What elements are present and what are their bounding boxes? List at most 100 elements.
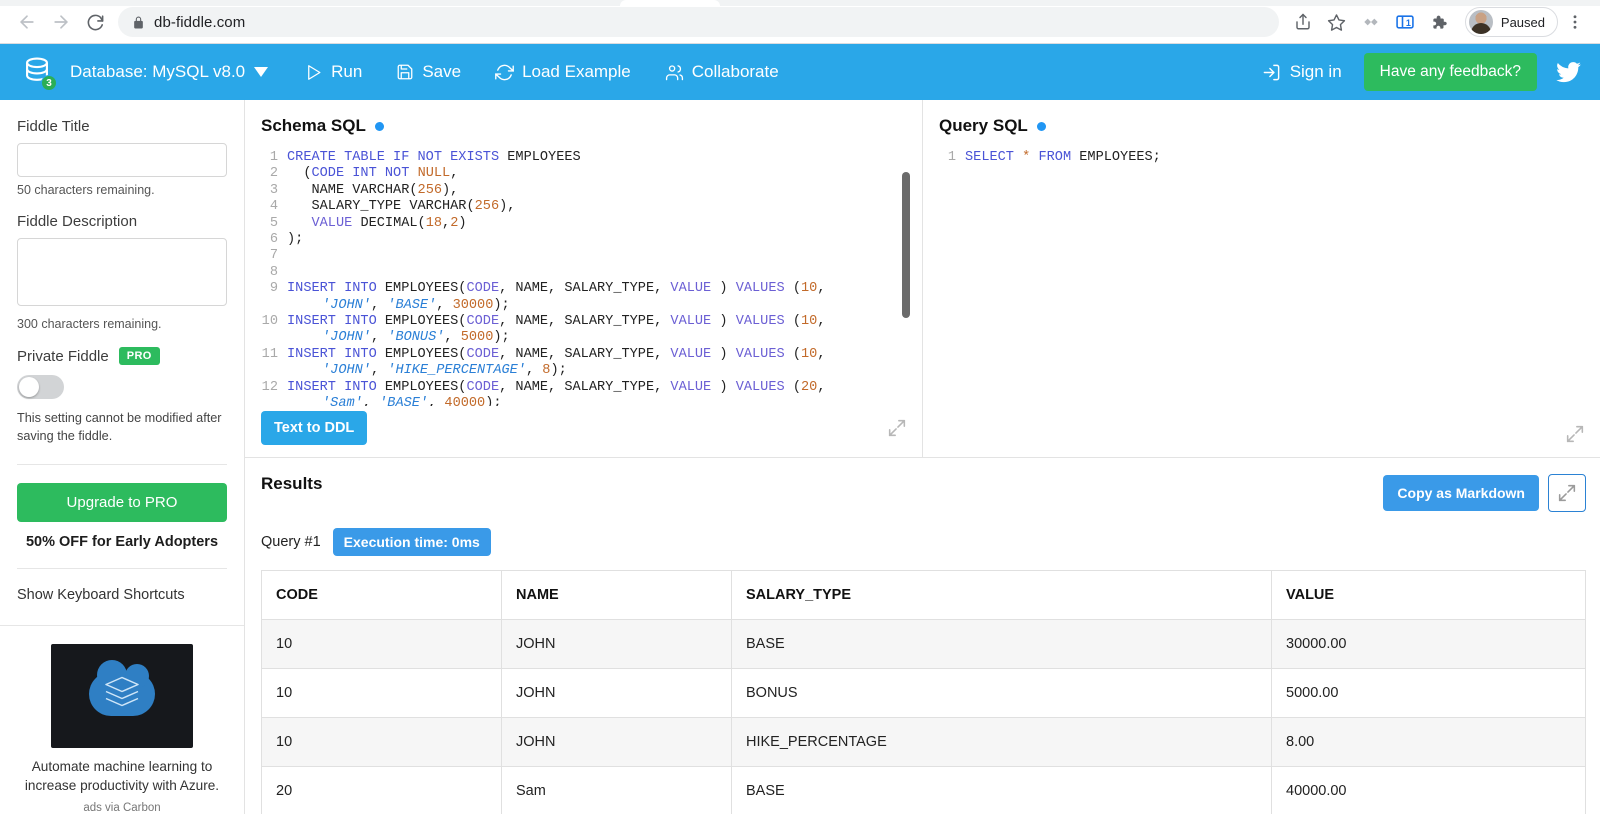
- three-dots-icon: [1573, 15, 1577, 29]
- main-content: Schema SQL 1 CREATE TABLE IF NOT EXISTS E…: [245, 100, 1600, 814]
- cell-value: 8.00: [1271, 717, 1586, 767]
- address-bar[interactable]: db-fiddle.com: [118, 7, 1279, 37]
- app-body: Fiddle Title 50 characters remaining. Fi…: [0, 100, 1600, 814]
- expand-arrows-icon[interactable]: [1564, 423, 1586, 445]
- forward-button[interactable]: [44, 5, 78, 39]
- sign-in-button[interactable]: Sign in: [1262, 62, 1342, 82]
- results-title: Results: [261, 474, 323, 493]
- avatar: [1467, 9, 1494, 35]
- database-selector[interactable]: Database: MySQL v8.0: [70, 62, 269, 82]
- fiddle-description-input[interactable]: [17, 238, 227, 306]
- chrome-toolbar-icons: 1 Paused: [1287, 6, 1590, 38]
- query-number-label: Query #1: [261, 534, 321, 550]
- query-sql-editor[interactable]: 1 SELECT * FROM EMPLOYEES;: [939, 150, 1600, 406]
- results-panel: Results Copy as Markdown Query #1 Execut…: [245, 458, 1600, 814]
- star-icon[interactable]: [1321, 6, 1353, 38]
- expand-arrows-icon[interactable]: [886, 417, 908, 439]
- discount-text: 50% OFF for Early Adopters: [25, 533, 219, 550]
- column-header-name: NAME: [501, 570, 732, 620]
- browser-menu-button[interactable]: [1560, 6, 1590, 38]
- load-example-button[interactable]: Load Example: [495, 62, 631, 82]
- ad-attribution: ads via Carbon: [83, 802, 161, 814]
- database-icon[interactable]: 3: [20, 55, 57, 91]
- cell-name: JOHN: [501, 717, 732, 767]
- cell-salary-type: BONUS: [731, 668, 1272, 718]
- text-to-ddl-button[interactable]: Text to DDL: [261, 411, 368, 445]
- refresh-icon: [495, 64, 514, 80]
- private-fiddle-row: Private Fiddle PRO: [17, 347, 227, 365]
- schema-sql-label: Schema SQL: [261, 116, 366, 135]
- feedback-button[interactable]: Have any feedback?: [1363, 53, 1537, 91]
- schema-sql-pane: Schema SQL 1 CREATE TABLE IF NOT EXISTS E…: [245, 100, 923, 457]
- fiddle-title-input[interactable]: [17, 143, 227, 177]
- save-label: Save: [422, 62, 462, 81]
- fiddle-description-label: Fiddle Description: [17, 213, 138, 230]
- schema-editor-scrollbar[interactable]: [902, 172, 910, 318]
- copy-as-markdown-button[interactable]: Copy as Markdown: [1383, 475, 1539, 511]
- twitter-icon[interactable]: [1555, 59, 1582, 86]
- private-fiddle-toggle[interactable]: [17, 375, 64, 399]
- column-header-salary-type: SALARY_TYPE: [731, 570, 1272, 620]
- results-expand-button[interactable]: [1548, 474, 1586, 512]
- reload-icon: [87, 14, 103, 30]
- results-table-head: CODE NAME SALARY_TYPE VALUE: [261, 570, 1586, 620]
- sidebar-divider-1: [17, 463, 227, 465]
- cell-code: 10: [261, 668, 502, 718]
- column-header-code: CODE: [261, 570, 502, 620]
- results-actions: Copy as Markdown: [1383, 474, 1586, 512]
- database-count-badge: 3: [41, 75, 57, 91]
- sidebar-divider-2: [17, 567, 227, 569]
- table-row: 10 JOHN HIKE_PERCENTAGE 8.00: [261, 717, 1586, 767]
- save-button[interactable]: Save: [396, 62, 461, 82]
- back-button[interactable]: [10, 5, 44, 39]
- private-fiddle-label: Private Fiddle: [17, 347, 109, 365]
- arrow-left-icon: [20, 15, 34, 29]
- tab-strip: [0, 0, 1600, 6]
- cell-value: 40000.00: [1271, 766, 1586, 814]
- cell-value: 30000.00: [1271, 619, 1586, 669]
- query-info-row: Query #1 Execution time: 0ms: [261, 528, 1586, 556]
- puzzle-icon[interactable]: [1423, 6, 1455, 38]
- media-icon[interactable]: [1355, 6, 1387, 38]
- cell-name: JOHN: [501, 668, 732, 718]
- arrow-right-icon: [54, 15, 68, 29]
- table-row: 10 JOHN BONUS 5000.00: [261, 668, 1586, 718]
- reload-button[interactable]: [78, 5, 112, 39]
- schema-pane-footer: Text to DDL: [261, 411, 908, 445]
- cell-value: 5000.00: [1271, 668, 1586, 718]
- collaborate-label: Collaborate: [691, 62, 779, 81]
- cell-code: 10: [261, 717, 502, 767]
- chrome-divider: [0, 43, 1600, 44]
- execution-time-badge: Execution time: 0ms: [332, 528, 491, 556]
- cell-name: Sam: [501, 766, 732, 814]
- column-header-value: VALUE: [1271, 570, 1586, 620]
- browser-chrome: db-fiddle.com 1 Paused: [0, 0, 1600, 44]
- private-fiddle-note: This setting cannot be modified after sa…: [17, 411, 222, 444]
- cell-code: 10: [261, 619, 502, 669]
- run-label: Run: [331, 62, 363, 81]
- reading-list-icon[interactable]: 1: [1389, 6, 1421, 38]
- toggle-knob: [19, 377, 39, 397]
- results-table: CODE NAME SALARY_TYPE VALUE 10 JOHN BASE…: [261, 570, 1586, 814]
- query-sql-pane: Query SQL 1 SELECT * FROM EMPLOYEES;: [923, 100, 1600, 457]
- cell-salary-type: BASE: [731, 766, 1272, 814]
- chevron-down-icon: [254, 67, 269, 77]
- run-button[interactable]: Run: [304, 62, 362, 82]
- fiddle-description-hint: 300 characters remaining.: [17, 317, 162, 331]
- collaborate-button[interactable]: Collaborate: [665, 62, 779, 82]
- play-icon: [308, 64, 321, 80]
- show-keyboard-shortcuts-link[interactable]: Show Keyboard Shortcuts: [17, 587, 227, 603]
- query-sql-label: Query SQL: [939, 116, 1028, 135]
- share-icon[interactable]: [1287, 6, 1319, 38]
- upgrade-to-pro-button[interactable]: Upgrade to PRO: [17, 482, 227, 522]
- editors-row: Schema SQL 1 CREATE TABLE IF NOT EXISTS E…: [245, 100, 1600, 458]
- sign-in-icon: [1263, 64, 1280, 80]
- schema-sql-editor[interactable]: 1 CREATE TABLE IF NOT EXISTS EMPLOYEES 2 …: [261, 150, 922, 406]
- advertisement[interactable]: Automate machine learning to increase pr…: [17, 626, 227, 814]
- table-header-row: CODE NAME SALARY_TYPE VALUE: [261, 570, 1586, 620]
- results-table-body: 10 JOHN BASE 30000.00 10 JOHN BONUS 5000…: [261, 619, 1586, 814]
- schema-status-dot: [374, 121, 384, 131]
- table-row: 20 Sam BASE 40000.00: [261, 766, 1586, 814]
- fiddle-title-hint: 50 characters remaining.: [17, 183, 155, 197]
- profile-button[interactable]: Paused: [1464, 7, 1558, 37]
